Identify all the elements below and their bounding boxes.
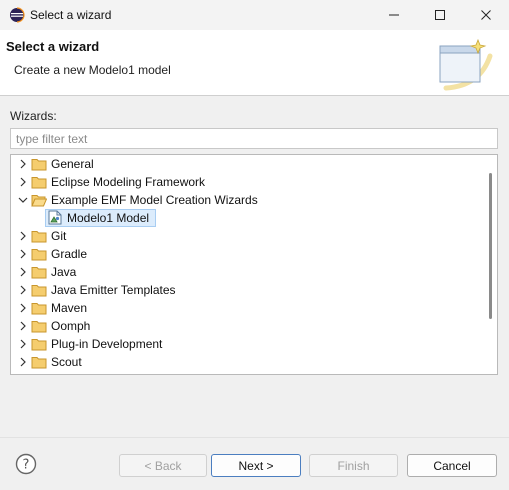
tree-item-scout[interactable]: Scout bbox=[11, 353, 481, 371]
wizard-tree[interactable]: General Eclipse Modeling Framework Examp… bbox=[10, 154, 498, 375]
folder-open-icon bbox=[31, 195, 47, 207]
chevron-right-icon[interactable] bbox=[17, 158, 29, 170]
folder-icon bbox=[31, 231, 47, 243]
cancel-button[interactable]: Cancel bbox=[407, 454, 497, 477]
chevron-right-icon[interactable] bbox=[17, 176, 29, 188]
chevron-right-icon[interactable] bbox=[17, 302, 29, 314]
folder-icon bbox=[31, 339, 47, 351]
title-bar: Select a wizard bbox=[0, 0, 509, 30]
svg-text:?: ? bbox=[23, 458, 30, 473]
folder-icon bbox=[31, 267, 47, 279]
close-button[interactable] bbox=[463, 0, 509, 30]
folder-icon bbox=[31, 177, 47, 189]
maximize-button[interactable] bbox=[417, 0, 463, 30]
model-file-icon bbox=[48, 210, 62, 225]
chevron-right-icon[interactable] bbox=[17, 356, 29, 368]
chevron-down-icon[interactable] bbox=[17, 194, 29, 206]
tree-item-general[interactable]: General bbox=[11, 155, 481, 173]
tree-item-plug-in-development[interactable]: Plug-in Development bbox=[11, 335, 481, 353]
folder-icon bbox=[31, 303, 47, 315]
chevron-right-icon[interactable] bbox=[17, 248, 29, 260]
window-title: Select a wizard bbox=[30, 8, 112, 22]
folder-icon bbox=[31, 159, 47, 171]
wizard-header: Select a wizard Create a new Modelo1 mod… bbox=[0, 30, 509, 96]
minimize-icon bbox=[389, 14, 399, 16]
tree-item-gradle[interactable]: Gradle bbox=[11, 245, 481, 263]
chevron-right-icon[interactable] bbox=[17, 266, 29, 278]
tree-item-label: Maven bbox=[51, 301, 88, 315]
folder-icon bbox=[31, 357, 47, 369]
tree-item-label: Java bbox=[51, 265, 77, 279]
tree-item-label: Gradle bbox=[51, 247, 88, 261]
tree-item-label: Scout bbox=[51, 355, 82, 369]
maximize-icon bbox=[435, 10, 445, 20]
folder-icon bbox=[31, 249, 47, 261]
header-description: Create a new Modelo1 model bbox=[14, 63, 171, 77]
header-title: Select a wizard bbox=[6, 39, 100, 54]
wizards-label: Wizards: bbox=[10, 109, 57, 123]
close-icon bbox=[481, 10, 491, 20]
tree-item-label: Eclipse Modeling Framework bbox=[51, 175, 206, 189]
tree-item-label: Example EMF Model Creation Wizards bbox=[51, 193, 258, 207]
tree-item-maven[interactable]: Maven bbox=[11, 299, 481, 317]
tree-scrollbar-thumb[interactable] bbox=[489, 173, 492, 319]
tree-item-oomph[interactable]: Oomph bbox=[11, 317, 481, 335]
tree-item-modelo1-model[interactable]: Modelo1 Model bbox=[11, 209, 481, 227]
minimize-button[interactable] bbox=[371, 0, 417, 30]
footer-divider bbox=[0, 437, 509, 438]
chevron-right-icon[interactable] bbox=[17, 320, 29, 332]
tree-item-git[interactable]: Git bbox=[11, 227, 481, 245]
chevron-right-icon[interactable] bbox=[17, 230, 29, 242]
next-button[interactable]: Next > bbox=[211, 454, 301, 477]
tree-item-label: Java Emitter Templates bbox=[51, 283, 176, 297]
back-button[interactable]: < Back bbox=[119, 454, 207, 477]
tree-item-eclipse-modeling-framework[interactable]: Eclipse Modeling Framework bbox=[11, 173, 481, 191]
finish-button[interactable]: Finish bbox=[309, 454, 398, 477]
folder-icon bbox=[31, 321, 47, 333]
chevron-right-icon[interactable] bbox=[17, 338, 29, 350]
tree-item-label: Modelo1 Model bbox=[67, 211, 150, 225]
new-wizard-banner-icon bbox=[439, 38, 493, 91]
tree-item-java[interactable]: Java bbox=[11, 263, 481, 281]
tree-item-java-emitter-templates[interactable]: Java Emitter Templates bbox=[11, 281, 481, 299]
tree-item-label: General bbox=[51, 157, 94, 171]
tree-item-label: Plug-in Development bbox=[51, 337, 163, 351]
tree-item-example-emf-model-creation-wizards[interactable]: Example EMF Model Creation Wizards bbox=[11, 191, 481, 209]
filter-input[interactable] bbox=[10, 128, 498, 149]
chevron-right-icon[interactable] bbox=[17, 284, 29, 296]
folder-icon bbox=[31, 285, 47, 297]
tree-item-label: Git bbox=[51, 229, 67, 243]
eclipse-icon bbox=[10, 7, 25, 23]
tree-item-label: Oomph bbox=[51, 319, 91, 333]
help-icon[interactable]: ? bbox=[15, 453, 37, 475]
